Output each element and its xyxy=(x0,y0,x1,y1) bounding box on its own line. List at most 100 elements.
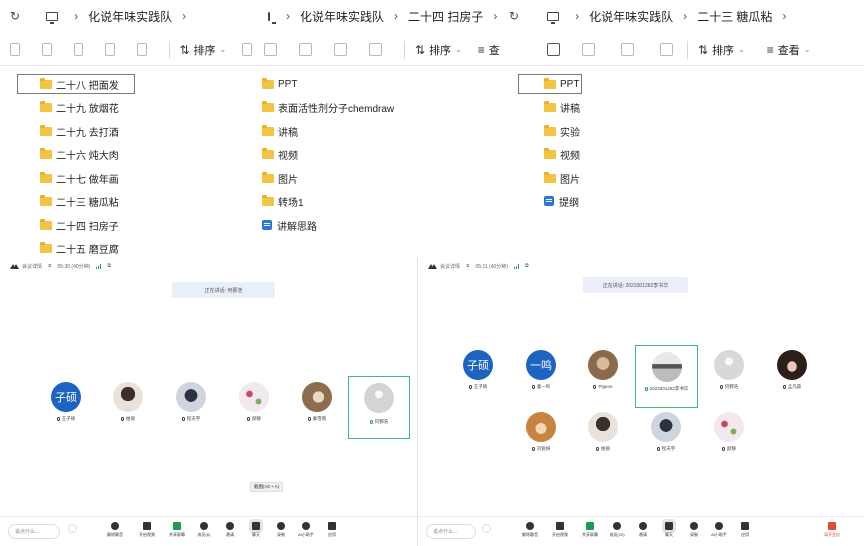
participant-tile[interactable]: Pigeon xyxy=(573,350,633,410)
meeting-details-link[interactable]: 会议详情 xyxy=(440,263,460,270)
delete-icon[interactable] xyxy=(660,43,673,56)
breadcrumb-item[interactable]: 二十四 扫房子 xyxy=(408,8,483,25)
copy-icon[interactable] xyxy=(242,43,252,56)
folder-item[interactable]: 实验 xyxy=(544,121,580,141)
folder-item[interactable]: 二十九 放烟花 xyxy=(40,97,119,117)
refresh-icon[interactable]: ↻ xyxy=(509,9,519,23)
meeting-timer[interactable]: 05:30 (40分钟) xyxy=(58,263,91,270)
view-button[interactable]: ≡ 查 xyxy=(478,42,500,58)
record-button[interactable]: 录制 xyxy=(682,522,706,544)
invite-button[interactable]: 邀请 xyxy=(631,522,655,544)
ai-assistant-button[interactable]: AI小助手 xyxy=(294,522,318,544)
chat-button[interactable]: 聊天 xyxy=(244,519,268,544)
folder-item[interactable]: 讲稿 xyxy=(262,121,298,141)
copy-icon[interactable] xyxy=(10,43,20,56)
paste-icon[interactable] xyxy=(41,43,52,56)
paste-icon[interactable] xyxy=(547,43,560,56)
rename-icon[interactable] xyxy=(582,43,595,56)
participant-tile[interactable]: 孟凡森 xyxy=(762,350,822,410)
this-pc-icon[interactable] xyxy=(547,11,560,24)
open-external-icon[interactable]: ⧉ xyxy=(107,263,111,269)
participant-tile-active-speaker[interactable]: 2023301282李书华 xyxy=(635,345,698,408)
folder-item[interactable]: 二十四 扫房子 xyxy=(40,215,119,235)
folder-item[interactable]: 表面活性剂分子chemdraw xyxy=(262,97,394,117)
meeting-timer[interactable]: 05:11 (40分钟) xyxy=(476,263,508,270)
folder-item[interactable]: 二十八 把面发 xyxy=(17,74,135,94)
document-item[interactable]: 讲解思路 xyxy=(262,215,317,235)
this-pc-icon[interactable] xyxy=(268,11,276,24)
paste-icon[interactable] xyxy=(264,43,277,56)
address-bar[interactable]: ↻ › 化说年味实践队 › 二十三 糖瓜粘 › xyxy=(506,0,864,32)
mic-muted-icon xyxy=(526,522,534,530)
command-bar: ⇅ 排序 ⌄ xyxy=(0,34,252,66)
meeting-details-link[interactable]: 会议详情 xyxy=(22,263,42,270)
unmute-button[interactable]: 解除静音 xyxy=(518,522,542,544)
folder-item[interactable]: 二十七 做年画 xyxy=(40,168,119,188)
folder-item[interactable]: 视频 xyxy=(544,144,580,164)
chat-button[interactable]: 聊天 xyxy=(657,519,681,544)
document-item[interactable]: 提纲 xyxy=(544,191,579,211)
share-icon[interactable] xyxy=(621,43,634,56)
invite-button[interactable]: 邀请 xyxy=(218,522,242,544)
folder-item[interactable]: 视频 xyxy=(262,144,298,164)
members-button[interactable]: 成员(10) xyxy=(605,522,629,544)
chat-input[interactable]: 说点什么... xyxy=(8,524,60,539)
emoji-icon[interactable] xyxy=(482,524,491,533)
share-screen-button[interactable]: 共享屏幕 xyxy=(165,522,189,544)
share-icon[interactable] xyxy=(334,43,347,56)
sort-button[interactable]: ⇅ 排序 ⌄ xyxy=(415,42,462,58)
members-button[interactable]: 成员(6) xyxy=(192,522,216,544)
breadcrumb-item[interactable]: 化说年味实践队 xyxy=(589,8,673,25)
start-video-button[interactable]: 开启视频 xyxy=(135,522,159,544)
folder-item[interactable]: 二十五 磨豆腐 xyxy=(40,238,119,258)
breadcrumb-item[interactable]: 二十三 糖瓜粘 xyxy=(697,8,772,25)
share-screen-button[interactable]: 共享屏幕 xyxy=(578,522,602,544)
start-video-button[interactable]: 开启视频 xyxy=(548,522,572,544)
apps-button[interactable]: 应用 xyxy=(320,522,344,544)
participant-tile[interactable]: 子硕 王子硕 xyxy=(36,382,96,442)
breadcrumb-item[interactable]: 化说年味实践队 xyxy=(300,8,384,25)
address-bar[interactable]: ↻ › 化说年味实践队 › xyxy=(0,0,252,32)
participant-tile[interactable]: 程天宇 xyxy=(636,412,696,472)
folder-item[interactable]: 图片 xyxy=(262,168,298,188)
record-button[interactable]: 录制 xyxy=(269,522,293,544)
sort-button[interactable]: ⇅ 排序 ⌄ xyxy=(698,42,745,58)
participant-tile[interactable]: 颜静 xyxy=(699,412,759,472)
participant-tile[interactable]: 一鸣 童一鸣 xyxy=(511,350,571,410)
participant-tile-active-speaker[interactable]: 何鄞浩 xyxy=(348,376,410,439)
breadcrumb-item[interactable]: 化说年味实践队 xyxy=(88,8,172,25)
folder-item[interactable]: PPT xyxy=(262,74,297,94)
folder-item[interactable]: 讲稿 xyxy=(544,97,580,117)
delete-icon[interactable] xyxy=(369,43,382,56)
participant-tile[interactable]: 秦雪薇 xyxy=(287,382,347,442)
sort-button[interactable]: ⇅ 排序 ⌄ xyxy=(179,42,226,58)
emoji-icon[interactable] xyxy=(68,524,77,533)
rename-icon[interactable] xyxy=(73,43,84,56)
folder-item[interactable]: 图片 xyxy=(544,168,580,188)
participant-tile[interactable]: 刘锐妍 xyxy=(511,412,571,472)
participant-tile[interactable]: 程天宇 xyxy=(161,382,221,442)
unmute-button[interactable]: 解除静音 xyxy=(103,522,127,544)
folder-item[interactable]: 二十三 糖瓜粘 xyxy=(40,191,119,211)
leave-meeting-button[interactable]: 离开会议 xyxy=(820,522,844,544)
delete-icon[interactable] xyxy=(137,43,147,56)
folder-item[interactable]: 二十六 炖大肉 xyxy=(40,144,119,164)
folder-item[interactable]: PPT xyxy=(518,74,582,94)
ai-assistant-button[interactable]: AI小助手 xyxy=(707,522,731,544)
participant-tile[interactable]: 何鄞浩 xyxy=(699,350,759,410)
folder-item[interactable]: 转场1 xyxy=(262,191,304,211)
participant-tile[interactable]: 子硕 王子硕 xyxy=(448,350,508,410)
rename-icon[interactable] xyxy=(299,43,312,56)
apps-button[interactable]: 应用 xyxy=(733,522,757,544)
participant-tile[interactable]: 柏丽 xyxy=(573,412,633,472)
open-external-icon[interactable]: ⧉ xyxy=(525,263,529,269)
participant-tile[interactable]: 颜静 xyxy=(224,382,284,442)
refresh-icon[interactable]: ↻ xyxy=(10,9,20,23)
address-bar[interactable]: › 化说年味实践队 › 二十四 扫房子 › xyxy=(252,0,506,32)
view-button[interactable]: ≡ 查看 ⌄ xyxy=(767,42,811,58)
chat-input[interactable]: 说点什么... xyxy=(426,524,476,539)
folder-item[interactable]: 二十九 去打酒 xyxy=(40,121,119,141)
participant-tile[interactable]: 柏丽 xyxy=(98,382,158,442)
this-pc-icon[interactable] xyxy=(46,11,59,24)
share-icon[interactable] xyxy=(105,43,115,56)
